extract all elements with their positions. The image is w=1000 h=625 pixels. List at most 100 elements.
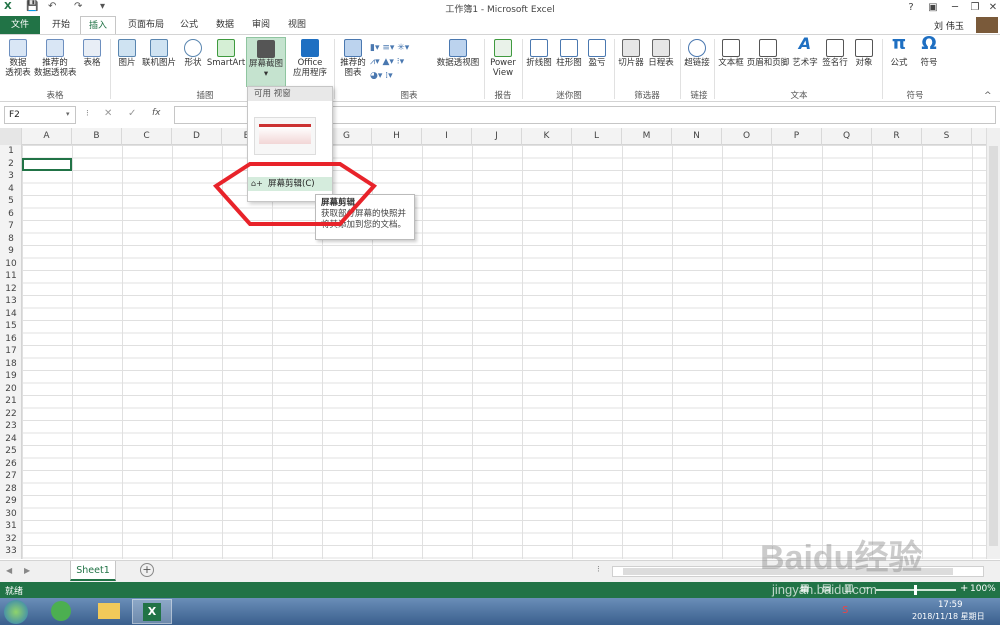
next-sheet-icon[interactable]: ▶ bbox=[24, 566, 30, 575]
tab-file[interactable]: 文件 bbox=[0, 16, 40, 34]
office-apps-button[interactable]: Office 应用程序 bbox=[288, 39, 332, 78]
row-header[interactable]: 32 bbox=[0, 533, 22, 546]
signature-line-button[interactable]: 签名行 bbox=[820, 39, 850, 68]
column-header[interactable]: S bbox=[922, 128, 972, 145]
row-header[interactable]: 29 bbox=[0, 495, 22, 508]
row-header[interactable]: 33 bbox=[0, 545, 22, 558]
pivot-table-button[interactable]: 数据 透视表 bbox=[2, 39, 34, 78]
row-header[interactable]: 2 bbox=[0, 158, 22, 171]
clock-date[interactable]: 2018/11/18 星期日 bbox=[912, 611, 985, 622]
column-header[interactable]: L bbox=[572, 128, 622, 145]
row-header[interactable]: 15 bbox=[0, 320, 22, 333]
column-header[interactable]: I bbox=[422, 128, 472, 145]
avatar[interactable] bbox=[976, 17, 998, 33]
row-header[interactable]: 26 bbox=[0, 458, 22, 471]
column-header[interactable]: J bbox=[472, 128, 522, 145]
row-header[interactable]: 19 bbox=[0, 370, 22, 383]
sparkline-winloss-button[interactable]: 盈亏 bbox=[584, 39, 610, 68]
smartart-button[interactable]: SmartArt bbox=[206, 39, 246, 68]
wordart-button[interactable]: A 艺术字 bbox=[790, 36, 820, 69]
tab-view[interactable]: 视图 bbox=[282, 16, 312, 34]
row-header[interactable]: 3 bbox=[0, 170, 22, 183]
row-header[interactable]: 13 bbox=[0, 295, 22, 308]
chart-type-gallery[interactable]: ▮▾ ≡▾ ✳▾ ⩘▾ ▲▾ ⁝▾ ◕▾ ⁞▾ bbox=[370, 41, 436, 83]
row-header[interactable]: 8 bbox=[0, 233, 22, 246]
row-header[interactable]: 22 bbox=[0, 408, 22, 421]
hyperlink-button[interactable]: 超链接 bbox=[682, 39, 712, 68]
row-header[interactable]: 14 bbox=[0, 308, 22, 321]
screenshot-button[interactable]: 屏幕截图 ▾ bbox=[246, 37, 286, 87]
row-header[interactable]: 4 bbox=[0, 183, 22, 196]
tab-review[interactable]: 审阅 bbox=[246, 16, 276, 34]
active-cell[interactable] bbox=[22, 157, 72, 171]
window-thumbnail[interactable] bbox=[254, 117, 316, 155]
sheet-tab[interactable]: Sheet1 bbox=[70, 561, 116, 581]
column-header[interactable]: K bbox=[522, 128, 572, 145]
row-header[interactable]: 12 bbox=[0, 283, 22, 296]
zoom-slider-thumb[interactable] bbox=[914, 585, 917, 595]
column-header[interactable]: C bbox=[122, 128, 172, 145]
row-header[interactable]: 27 bbox=[0, 470, 22, 483]
select-all-corner[interactable] bbox=[0, 128, 22, 145]
pivot-chart-button[interactable]: 数据透视图 bbox=[436, 39, 480, 68]
vertical-scrollbar[interactable] bbox=[986, 128, 1000, 559]
column-header[interactable]: B bbox=[72, 128, 122, 145]
tab-insert[interactable]: 插入 bbox=[80, 16, 116, 35]
column-header[interactable]: H bbox=[372, 128, 422, 145]
recommended-charts-button[interactable]: 推荐的 图表 bbox=[336, 39, 370, 78]
symbol-button[interactable]: Ω 符号 bbox=[914, 35, 944, 69]
equation-button[interactable]: π 公式 bbox=[884, 35, 914, 69]
column-header[interactable]: Q bbox=[822, 128, 872, 145]
row-header[interactable]: 17 bbox=[0, 345, 22, 358]
sparkline-line-button[interactable]: 折线图 bbox=[524, 39, 554, 68]
user-name[interactable]: 刘 伟玉 bbox=[934, 19, 964, 32]
column-header[interactable]: A bbox=[22, 128, 72, 145]
taskbar-excel[interactable]: X bbox=[132, 599, 172, 624]
row-header[interactable]: 24 bbox=[0, 433, 22, 446]
row-header[interactable]: 5 bbox=[0, 195, 22, 208]
row-header[interactable]: 20 bbox=[0, 383, 22, 396]
enter-icon[interactable]: ✓ bbox=[128, 108, 136, 119]
row-header[interactable]: 6 bbox=[0, 208, 22, 221]
new-sheet-button[interactable]: + bbox=[140, 563, 154, 577]
sparkline-column-button[interactable]: 柱形图 bbox=[554, 39, 584, 68]
slicer-button[interactable]: 切片器 bbox=[616, 39, 646, 68]
row-header[interactable]: 28 bbox=[0, 483, 22, 496]
timeline-button[interactable]: 日程表 bbox=[646, 39, 676, 68]
zoom-in-icon[interactable]: + bbox=[960, 583, 968, 594]
cancel-icon[interactable]: ✕ bbox=[104, 108, 112, 119]
column-header[interactable]: N bbox=[672, 128, 722, 145]
row-header[interactable]: 25 bbox=[0, 445, 22, 458]
recommended-pivot-button[interactable]: 推荐的 数据透视表 bbox=[34, 39, 77, 78]
zoom-level[interactable]: 100% bbox=[970, 584, 996, 594]
tab-split-grip-icon[interactable]: ⁝ bbox=[597, 565, 600, 575]
ime-icon[interactable]: S bbox=[842, 605, 848, 616]
row-header[interactable]: 18 bbox=[0, 358, 22, 371]
taskbar-explorer[interactable] bbox=[86, 599, 132, 624]
row-header[interactable]: 10 bbox=[0, 258, 22, 271]
row-header[interactable]: 30 bbox=[0, 508, 22, 521]
column-header[interactable]: M bbox=[622, 128, 672, 145]
textbox-button[interactable]: 文本框 bbox=[716, 39, 746, 68]
name-box-dropdown-icon[interactable]: ▾ bbox=[66, 110, 70, 118]
shapes-button[interactable]: 形状 bbox=[180, 39, 206, 68]
prev-sheet-icon[interactable]: ◀ bbox=[6, 566, 12, 575]
row-header[interactable]: 7 bbox=[0, 220, 22, 233]
help-button[interactable]: ? bbox=[900, 0, 922, 16]
row-header[interactable]: 1 bbox=[0, 145, 22, 158]
cells-area[interactable] bbox=[22, 145, 986, 559]
close-button[interactable]: ✕ bbox=[982, 0, 1000, 16]
online-pictures-button[interactable]: 联机图片 bbox=[140, 39, 178, 68]
taskbar-ie[interactable] bbox=[38, 599, 84, 624]
row-header[interactable]: 23 bbox=[0, 420, 22, 433]
column-header[interactable]: D bbox=[172, 128, 222, 145]
column-header[interactable]: R bbox=[872, 128, 922, 145]
row-header[interactable]: 9 bbox=[0, 245, 22, 258]
insert-function-icon[interactable]: fx bbox=[152, 108, 161, 118]
row-header[interactable]: 21 bbox=[0, 395, 22, 408]
minimize-button[interactable]: ─ bbox=[944, 0, 966, 16]
row-header[interactable]: 11 bbox=[0, 270, 22, 283]
ribbon-display-icon[interactable]: ▣ bbox=[922, 0, 944, 16]
column-header[interactable]: O bbox=[722, 128, 772, 145]
tab-formulas[interactable]: 公式 bbox=[174, 16, 204, 34]
